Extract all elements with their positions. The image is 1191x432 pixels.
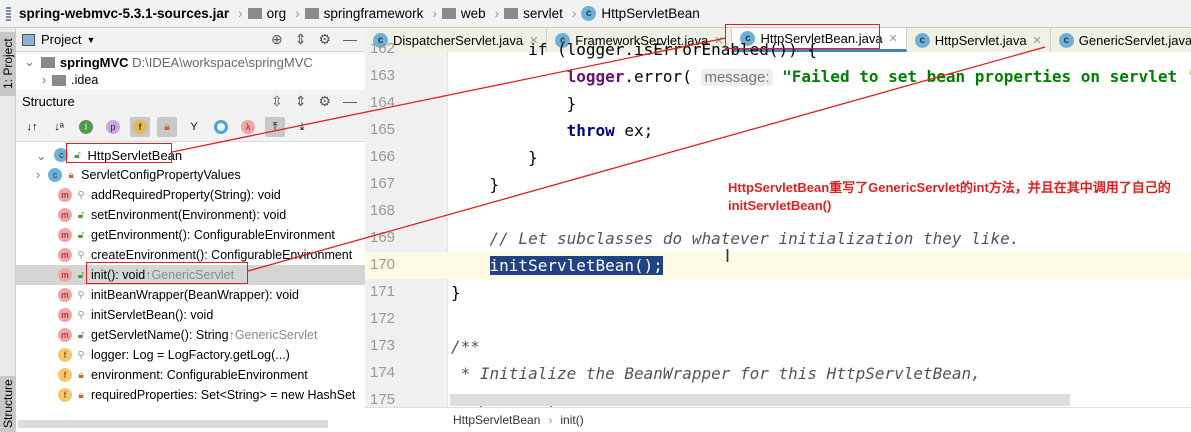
arrow-to-generic-tab (247, 46, 1046, 272)
annotation-arrows (171, 37, 1046, 272)
arrow-to-tab (171, 37, 727, 153)
